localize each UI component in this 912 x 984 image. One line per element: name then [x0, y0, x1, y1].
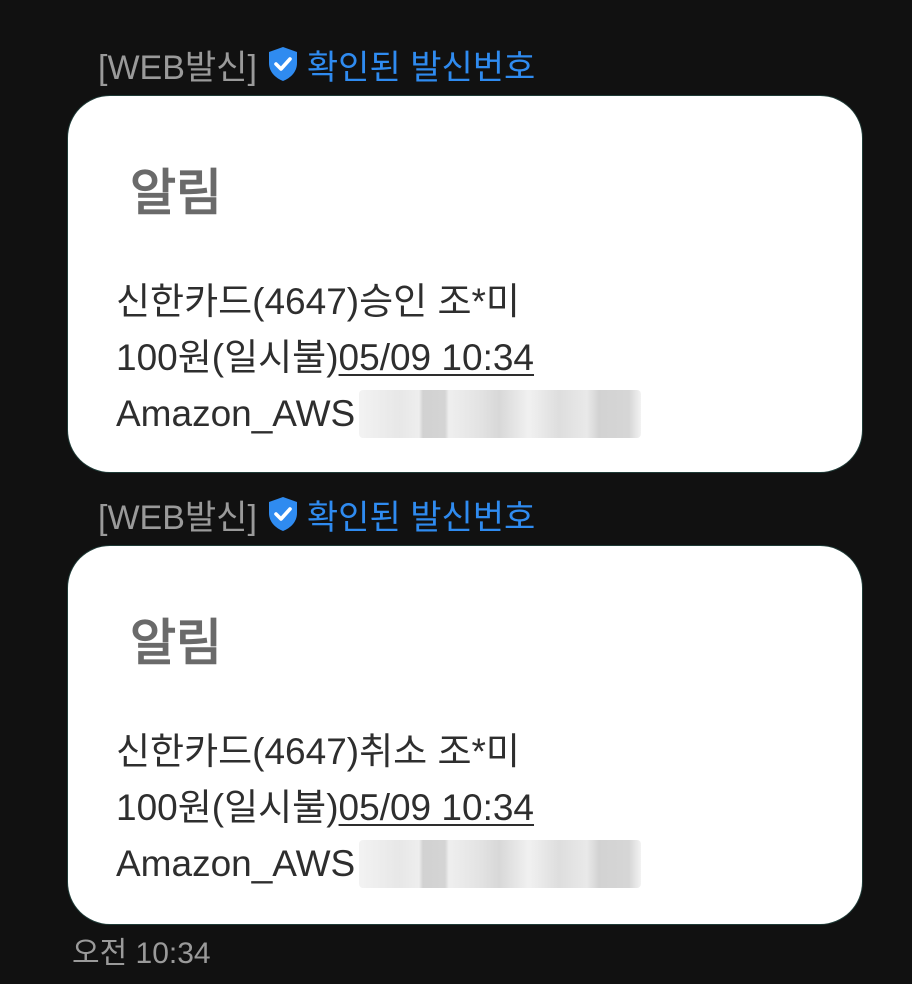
message-title: 알림: [130, 615, 222, 671]
message-title: 알림: [130, 165, 222, 221]
verified-sender-label[interactable]: 확인된 발신번호: [307, 40, 535, 89]
card-cancel-text: 신한카드(4647)취소 조*미: [116, 731, 520, 772]
message-body: 신한카드(4647)승인 조*미 100원(일시불) 05/09 10:34 A…: [116, 274, 832, 442]
message-bubble[interactable]: 알림 신한카드(4647)승인 조*미 100원(일시불) 05/09 10:3…: [68, 96, 862, 472]
sender-tag: [WEB발신]: [98, 48, 257, 87]
message-line: Amazon_AWS: [116, 386, 832, 442]
amount-text: 100원(일시불): [116, 787, 339, 828]
card-approval-text: 신한카드(4647)승인 조*미: [116, 281, 520, 322]
message-line: 100원(일시불) 05/09 10:34: [116, 330, 832, 386]
message-timestamp: 오전 10:34: [72, 937, 211, 970]
merchant-text: Amazon_AWS: [116, 393, 356, 434]
shield-check-icon: [267, 496, 299, 532]
message-line: 100원(일시불) 05/09 10:34: [116, 780, 832, 836]
message-line: Amazon_AWS: [116, 836, 832, 892]
datetime-link[interactable]: 05/09 10:34: [339, 780, 534, 836]
message-body: 신한카드(4647)취소 조*미 100원(일시불) 05/09 10:34 A…: [116, 724, 832, 892]
redacted-region: [359, 840, 642, 888]
message-line: 신한카드(4647)취소 조*미: [116, 724, 832, 780]
message-bubble[interactable]: 알림 신한카드(4647)취소 조*미 100원(일시불) 05/09 10:3…: [68, 546, 862, 924]
verified-sender-label[interactable]: 확인된 발신번호: [307, 490, 535, 539]
redacted-region: [359, 390, 642, 438]
amount-text: 100원(일시불): [116, 337, 339, 378]
sender-row: [WEB발신] 확인된 발신번호: [98, 40, 535, 89]
merchant-text: Amazon_AWS: [116, 843, 356, 884]
sender-tag: [WEB발신]: [98, 498, 257, 537]
datetime-link[interactable]: 05/09 10:34: [339, 330, 534, 386]
sender-row: [WEB발신] 확인된 발신번호: [98, 490, 535, 539]
shield-check-icon: [267, 46, 299, 82]
message-line: 신한카드(4647)승인 조*미: [116, 274, 832, 330]
